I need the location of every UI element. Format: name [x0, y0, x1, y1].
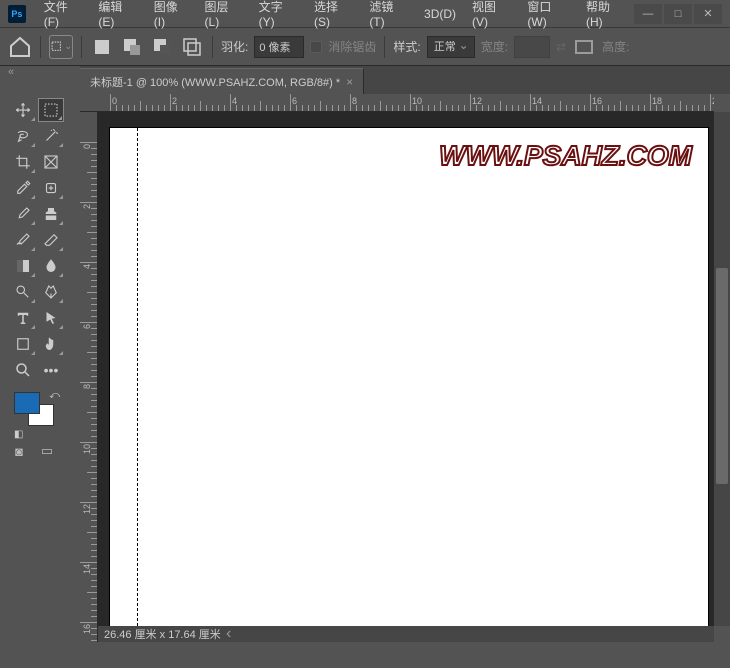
watermark-text: WWW.PSAHZ.COM	[439, 140, 692, 172]
toolbox: •••	[6, 94, 66, 386]
history-brush-tool[interactable]	[10, 228, 36, 252]
titlebar: Ps 文件(F) 编辑(E) 图像(I) 图层(L) 文字(Y) 选择(S) 滤…	[0, 0, 730, 28]
ruler-horizontal[interactable]: 02468101214161820	[80, 94, 714, 112]
style-select[interactable]: 正常	[427, 36, 475, 58]
scrollbar-vertical[interactable]	[714, 112, 730, 626]
style-label: 样式:	[393, 38, 420, 55]
menu-view[interactable]: 视图(V)	[464, 0, 519, 33]
type-tool[interactable]	[10, 306, 36, 330]
menu-type[interactable]: 文字(Y)	[251, 0, 306, 33]
swap-wh-icon: ⇄	[556, 40, 566, 54]
menu-file[interactable]: 文件(F)	[36, 0, 91, 33]
antialias-checkbox	[310, 41, 322, 53]
eraser-tool[interactable]	[38, 228, 64, 252]
healing-brush-tool[interactable]	[38, 176, 64, 200]
lasso-tool[interactable]	[10, 124, 36, 148]
feather-label: 羽化:	[221, 38, 248, 55]
height-label: 高度:	[602, 38, 629, 55]
antialias-label: 消除锯齿	[328, 38, 376, 55]
magic-wand-tool[interactable]	[38, 124, 64, 148]
menu-window[interactable]: 窗口(W)	[519, 0, 578, 33]
hand-tool[interactable]	[38, 332, 64, 356]
canvas-area[interactable]: WWW.PSAHZ.COM UiBQ.CoM	[98, 112, 714, 642]
photoshop-logo: Ps	[8, 5, 26, 23]
minimize-button[interactable]: —	[634, 4, 662, 24]
feather-input[interactable]	[254, 36, 304, 58]
new-selection-icon[interactable]	[90, 35, 114, 59]
menu-help[interactable]: 帮助(H)	[578, 0, 634, 33]
menu-select[interactable]: 选择(S)	[306, 0, 361, 33]
close-button[interactable]: ✕	[694, 4, 722, 24]
clone-stamp-tool[interactable]	[38, 202, 64, 226]
document-tabbar: 未标题-1 @ 100% (WWW.PSAHZ.COM, RGB/8#) * ×	[80, 66, 730, 94]
default-colors-icon[interactable]: ◧	[14, 429, 23, 440]
collapse-panels-icon[interactable]: «	[8, 66, 14, 78]
eyedropper-tool[interactable]	[10, 176, 36, 200]
menu-3d[interactable]: 3D(D)	[416, 3, 464, 25]
scrollbar-horizontal[interactable]	[222, 626, 714, 642]
edit-toolbar[interactable]: •••	[38, 358, 64, 382]
menu-image[interactable]: 图像(I)	[146, 0, 197, 33]
menu-filter[interactable]: 滤镜(T)	[361, 0, 416, 33]
quickmask-icon[interactable]: ◙	[10, 444, 28, 458]
zoom-tool[interactable]	[10, 358, 36, 382]
canvas[interactable]: WWW.PSAHZ.COM	[110, 128, 708, 626]
pen-tool[interactable]	[38, 280, 64, 304]
screenmode-icon[interactable]: ▭	[38, 444, 56, 458]
maximize-button[interactable]: □	[664, 4, 692, 24]
selection-marquee	[137, 128, 138, 626]
width-input	[514, 36, 550, 58]
document-tab[interactable]: 未标题-1 @ 100% (WWW.PSAHZ.COM, RGB/8#) * ×	[80, 68, 364, 94]
blur-tool[interactable]	[38, 254, 64, 278]
menu-layer[interactable]: 图层(L)	[197, 0, 251, 33]
mask-mode-icon[interactable]	[572, 35, 596, 59]
gradient-tool[interactable]	[10, 254, 36, 278]
marquee-tool[interactable]	[38, 98, 64, 122]
bottom-padding	[0, 642, 730, 668]
foreground-color-swatch[interactable]	[14, 392, 40, 414]
menu-edit[interactable]: 编辑(E)	[90, 0, 145, 33]
move-tool[interactable]	[10, 98, 36, 122]
add-selection-icon[interactable]	[120, 35, 144, 59]
close-tab-icon[interactable]: ×	[346, 75, 353, 89]
crop-tool[interactable]	[10, 150, 36, 174]
home-icon[interactable]	[8, 35, 32, 59]
document-tab-title: 未标题-1 @ 100% (WWW.PSAHZ.COM, RGB/8#) *	[90, 74, 340, 90]
shape-tool[interactable]	[10, 332, 36, 356]
subtract-selection-icon[interactable]	[150, 35, 174, 59]
color-swatches: ⤺ ◧	[14, 392, 56, 434]
window-controls: — □ ✕	[634, 4, 722, 24]
brush-tool[interactable]	[10, 202, 36, 226]
intersect-selection-icon[interactable]	[180, 35, 204, 59]
scrollbar-thumb[interactable]	[716, 268, 728, 484]
swap-colors-icon[interactable]: ⤺	[49, 390, 60, 401]
dodge-tool[interactable]	[10, 280, 36, 304]
options-bar: ⌄ 羽化: 消除锯齿 样式: 正常 宽度: ⇄ 高度:	[0, 28, 730, 66]
path-selection-tool[interactable]	[38, 306, 64, 330]
frame-tool[interactable]	[38, 150, 64, 174]
width-label: 宽度:	[481, 38, 508, 55]
marquee-tool-icon[interactable]: ⌄	[49, 35, 73, 59]
ruler-vertical[interactable]: 0246810121416	[80, 112, 98, 642]
